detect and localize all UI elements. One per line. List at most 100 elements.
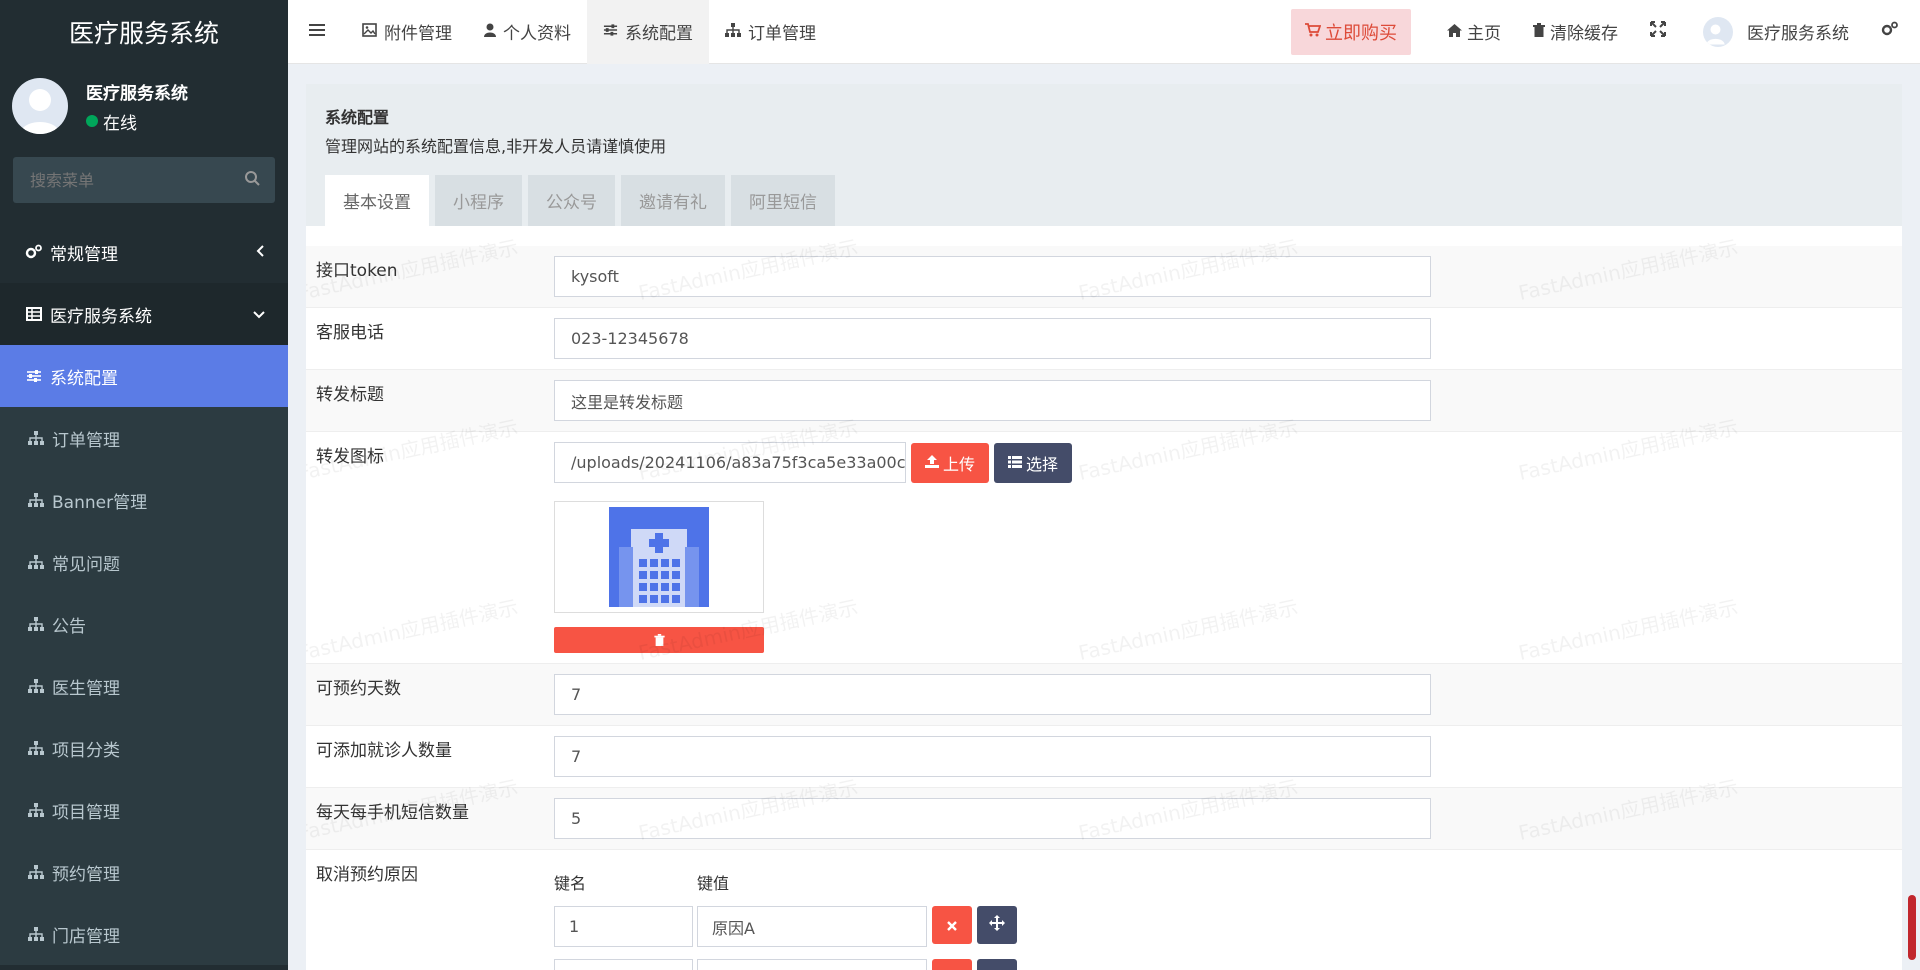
panel-heading: 系统配置 管理网站的系统配置信息,非开发人员请谨慎使用 基本设置 小程序 公众号… <box>306 84 1902 226</box>
tab-basic[interactable]: 基本设置 <box>325 175 429 226</box>
upload-label: 上传 <box>943 454 976 474</box>
move-icon <box>989 915 1005 935</box>
sidebar-item-medical[interactable]: 医疗服务系统 <box>0 283 288 345</box>
kv-value-input[interactable] <box>697 959 927 970</box>
sms-input[interactable]: 5 <box>554 798 1431 839</box>
share-icon-preview[interactable] <box>554 501 764 613</box>
kv-header: 键名 键值 <box>554 870 1902 894</box>
scrollbar-thumb[interactable] <box>1908 895 1916 960</box>
patients-input[interactable]: 7 <box>554 736 1431 777</box>
tab-official-account[interactable]: 公众号 <box>528 175 615 226</box>
home-link[interactable]: 主页 <box>1431 0 1517 64</box>
field-label: 转发标题 <box>316 385 384 405</box>
tab-system-config[interactable]: 系统配置 <box>587 0 709 64</box>
table-icon <box>24 307 44 321</box>
tab-profile[interactable]: 个人资料 <box>468 0 587 64</box>
form-row-sms: 每天每手机短信数量 5 <box>306 788 1902 850</box>
sidebar-item-banner[interactable]: Banner管理 <box>0 469 288 531</box>
field-label: 可添加就诊人数量 <box>316 741 452 761</box>
sidebar-item-stores[interactable]: 门店管理 <box>0 903 288 965</box>
brand-logo[interactable]: 医疗服务系统 <box>0 0 288 64</box>
field-label: 取消预约原因 <box>316 865 418 885</box>
sitemap-icon <box>26 865 46 879</box>
list-icon <box>1008 453 1026 472</box>
user-name: 医疗服务系统 <box>86 83 188 104</box>
sidebar-item-notice[interactable]: 公告 <box>0 593 288 655</box>
sidebar-toggle-button[interactable] <box>288 0 346 64</box>
avatar <box>12 78 68 134</box>
buy-now-label: 立即购买 <box>1325 22 1397 44</box>
choose-button[interactable]: 选择 <box>994 442 1073 483</box>
buy-now-button[interactable]: 立即购买 <box>1291 8 1411 55</box>
days-input[interactable]: 7 <box>554 674 1431 715</box>
trash-icon <box>653 631 665 650</box>
hospital-building-icon <box>609 507 709 607</box>
user-menu-label: 医疗服务系统 <box>1747 24 1849 44</box>
sidebar-item-general[interactable]: 常规管理 <box>0 221 288 283</box>
sidebar-item-label: Banner管理 <box>52 492 148 513</box>
sidebar-item-label: 预约管理 <box>52 864 120 885</box>
sidebar-item-system-config[interactable]: 系统配置 <box>0 345 288 407</box>
sidebar-item-appointments[interactable]: 预约管理 <box>0 841 288 903</box>
remove-row-button[interactable] <box>932 959 972 970</box>
chevron-down-icon <box>252 305 266 325</box>
sidebar-item-label: 项目分类 <box>52 740 120 761</box>
sidebar-item-doctors[interactable]: 医生管理 <box>0 655 288 717</box>
upload-icon <box>925 453 943 472</box>
kv-row <box>554 959 1902 970</box>
sidebar-item-label: 公告 <box>52 616 86 637</box>
token-input[interactable]: kysoft <box>554 256 1431 297</box>
tab-orders[interactable]: 订单管理 <box>709 0 832 64</box>
sidebar-item-orders[interactable]: 订单管理 <box>0 407 288 469</box>
sitemap-icon <box>26 679 46 693</box>
share-title-input[interactable]: 这里是转发标题 <box>554 380 1431 421</box>
sidebar: 医疗服务系统 医疗服务系统 在线 常规管理 医疗服务系统 系统配置 <box>0 0 288 970</box>
form-row-share-title: 转发标题 这里是转发标题 <box>306 370 1902 432</box>
config-panel: FastAdmin应用插件演示 FastAdmin应用插件演示 FastAdmi… <box>306 84 1902 970</box>
search-input[interactable] <box>28 169 228 191</box>
phone-input[interactable]: 023-12345678 <box>554 318 1431 359</box>
tab-attachments[interactable]: 附件管理 <box>346 0 468 64</box>
field-label: 客服电话 <box>316 323 384 343</box>
home-icon <box>1447 22 1467 42</box>
form-row-cancel-reasons: 取消预约原因 键名 键值 1 原因A <box>306 850 1902 970</box>
panel-description: 管理网站的系统配置信息,非开发人员请谨慎使用 <box>325 137 667 156</box>
search-icon[interactable] <box>244 170 260 190</box>
tab-invite[interactable]: 邀请有礼 <box>621 175 725 226</box>
share-icon-path-input[interactable]: /uploads/20241106/a83a75f3ca5e33a00cdec <box>554 442 906 483</box>
gears-icon <box>24 244 44 260</box>
user-icon <box>484 22 503 42</box>
tab-mini-program[interactable]: 小程序 <box>435 175 522 226</box>
delete-image-button[interactable] <box>554 627 764 653</box>
sidebar-item-project-category[interactable]: 项目分类 <box>0 717 288 779</box>
cart-icon <box>1305 21 1325 42</box>
form-row-token: 接口token kysoft <box>306 246 1902 308</box>
top-navbar: 附件管理 个人资料 系统配置 订单管理 立即购买 主页 清除缓存 医疗服务系统 <box>288 0 1920 64</box>
kv-key-input[interactable]: 1 <box>554 906 693 947</box>
field-label: 接口token <box>316 261 398 281</box>
sidebar-item-projects[interactable]: 项目管理 <box>0 779 288 841</box>
sidebar-item-faq[interactable]: 常见问题 <box>0 531 288 593</box>
fullscreen-button[interactable] <box>1634 0 1687 64</box>
remove-row-button[interactable] <box>932 906 972 944</box>
sliders-icon <box>24 369 44 383</box>
choose-label: 选择 <box>1026 454 1059 474</box>
sitemap-icon <box>26 927 46 941</box>
hamburger-icon <box>309 22 325 41</box>
drag-row-handle[interactable] <box>977 959 1017 970</box>
clear-cache-button[interactable]: 清除缓存 <box>1517 0 1634 64</box>
kv-key-input[interactable] <box>554 959 693 970</box>
field-label: 每天每手机短信数量 <box>316 803 469 823</box>
tab-aliyun-sms[interactable]: 阿里短信 <box>731 175 835 226</box>
settings-button[interactable] <box>1865 0 1920 64</box>
upload-button[interactable]: 上传 <box>911 442 990 483</box>
user-menu[interactable]: 医疗服务系统 <box>1687 0 1865 64</box>
sitemap-icon <box>26 431 46 445</box>
form-row-patients: 可添加就诊人数量 7 <box>306 726 1902 788</box>
drag-row-handle[interactable] <box>977 906 1017 944</box>
sliders-icon <box>603 22 625 42</box>
user-status: 在线 <box>86 109 188 134</box>
kv-value-input[interactable]: 原因A <box>697 906 927 947</box>
form-row-days: 可预约天数 7 <box>306 664 1902 726</box>
